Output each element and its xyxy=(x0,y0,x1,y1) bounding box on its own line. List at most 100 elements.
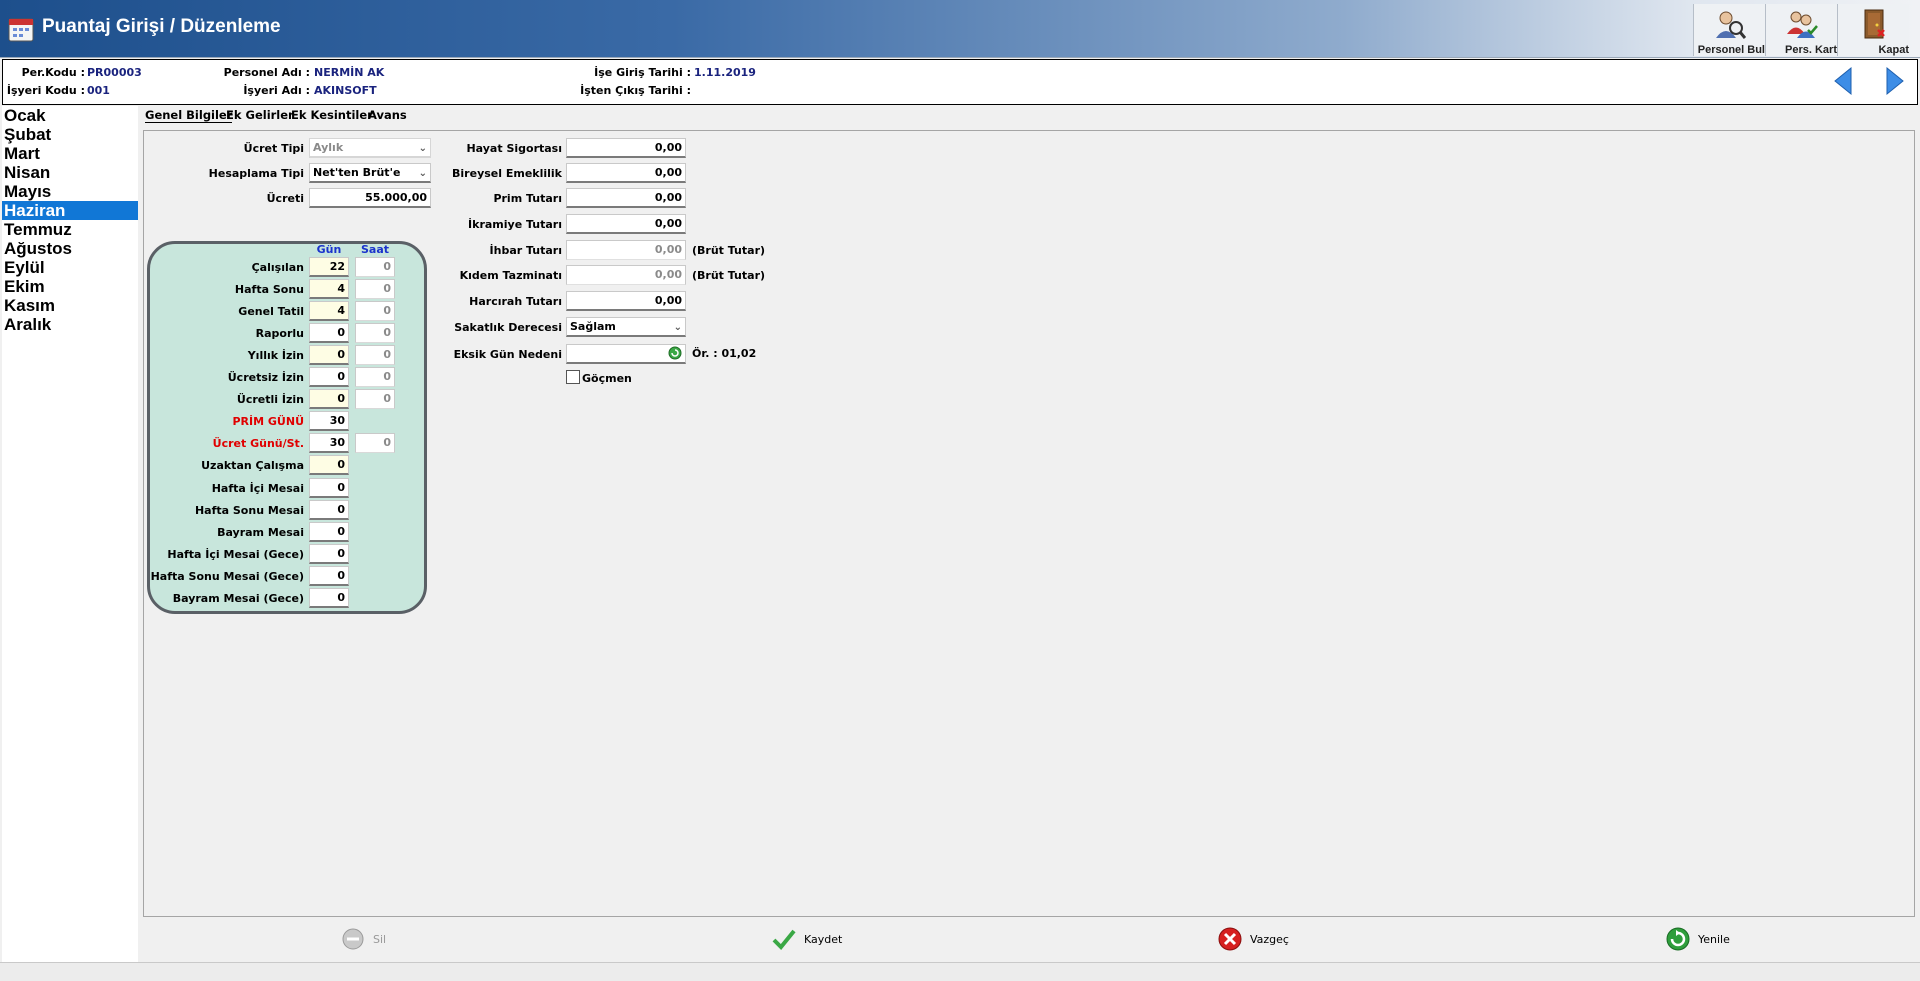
eksik-gun-label: Eksik Gün Nedeni xyxy=(453,348,562,361)
delete-icon xyxy=(342,928,364,950)
day-row-label: Bayram Mesai xyxy=(217,526,304,539)
isten-cikis-label: İşten Çıkış Tarihi : xyxy=(580,84,691,97)
title-bar: Puantaj Girişi / Düzenleme Personel Bul … xyxy=(0,0,1920,58)
personel-bul-label: Personel Bul xyxy=(1697,44,1765,56)
refresh-icon xyxy=(1666,927,1690,951)
day-row-label: Hafta İçi Mesai xyxy=(211,482,304,495)
per-kodu-value: PR00003 xyxy=(87,66,142,79)
ise-giris-value: 1.11.2019 xyxy=(694,66,756,79)
day-row-label: Hafta Sonu Mesai (Gece) xyxy=(150,570,304,583)
day-row-label: Çalışılan xyxy=(251,261,304,274)
gun-input[interactable]: 0 xyxy=(309,367,349,387)
kapat-button[interactable]: Kapat xyxy=(1837,4,1909,56)
bireysel-emeklilik-input[interactable]: 0,00 xyxy=(566,163,686,183)
employee-info-panel: Per.Kodu : PR00003 Personel Adı : NERMİN… xyxy=(2,59,1918,105)
month-item[interactable]: Eylül xyxy=(2,258,138,277)
gocmen-label: Göçmen xyxy=(582,372,632,385)
saat-input[interactable]: 0 xyxy=(355,345,395,365)
gun-input[interactable]: 0 xyxy=(309,455,349,475)
gocmen-checkbox[interactable] xyxy=(566,370,580,384)
person-card-icon xyxy=(1786,11,1818,38)
saat-input[interactable]: 0 xyxy=(355,367,395,387)
ucreti-label: Ücreti xyxy=(266,192,304,205)
saat-input[interactable]: 0 xyxy=(355,323,395,343)
gun-input[interactable]: 4 xyxy=(309,301,349,321)
tab-genel-bilgiler[interactable]: Genel Bilgiler xyxy=(145,108,233,123)
isyeri-adi-label: İşyeri Adı : xyxy=(243,84,310,97)
door-exit-icon xyxy=(1864,9,1885,39)
next-arrow-icon[interactable] xyxy=(1883,66,1907,96)
month-item[interactable]: Şubat xyxy=(2,125,138,144)
isyeri-kodu-value: 001 xyxy=(87,84,110,97)
month-item[interactable]: Kasım xyxy=(2,296,138,315)
month-item[interactable]: Ekim xyxy=(2,277,138,296)
day-row-label: Ücretli İzin xyxy=(236,393,304,406)
pers-kart-button[interactable]: Pers. Kart xyxy=(1765,4,1837,56)
month-item[interactable]: Nisan xyxy=(2,163,138,182)
yenile-label: Yenile xyxy=(1698,933,1730,946)
sakatlik-value: Sağlam xyxy=(570,320,616,333)
tab-ek-gelirler[interactable]: Ek Gelirler xyxy=(226,108,294,122)
chevron-down-icon: ⌄ xyxy=(673,322,682,333)
hesaplama-tipi-select[interactable]: Net'ten Brüt'e ⌄ xyxy=(309,163,431,183)
month-item[interactable]: Mart xyxy=(2,144,138,163)
chevron-down-icon: ⌄ xyxy=(418,143,427,154)
month-item[interactable]: Ocak xyxy=(2,106,138,125)
status-bar xyxy=(0,962,1920,981)
gun-input[interactable]: 30 xyxy=(309,411,349,431)
gun-input[interactable]: 0 xyxy=(309,544,349,564)
day-row-label: Ücretsiz İzin xyxy=(227,371,304,384)
refresh-small-icon[interactable] xyxy=(668,346,682,360)
personel-bul-button[interactable]: Personel Bul xyxy=(1693,4,1765,56)
harcirah-label: Harcırah Tutarı xyxy=(469,295,562,308)
tab-ek-kesintiler[interactable]: Ek Kesintiler xyxy=(291,108,373,122)
isyeri-adi-value: AKINSOFT xyxy=(314,84,377,97)
day-row-label: Genel Tatil xyxy=(238,305,304,318)
ucreti-input[interactable]: 55.000,00 xyxy=(309,188,431,208)
saat-input[interactable]: 0 xyxy=(355,301,395,321)
month-item[interactable]: Ağustos xyxy=(2,239,138,258)
eksik-gun-input[interactable] xyxy=(566,344,686,364)
sakatlik-select[interactable]: Sağlam ⌄ xyxy=(566,317,686,337)
harcirah-input[interactable]: 0,00 xyxy=(566,291,686,311)
month-item[interactable]: Haziran xyxy=(2,201,138,220)
day-row-label: Yıllık İzin xyxy=(247,349,304,362)
gun-input[interactable]: 0 xyxy=(309,588,349,608)
month-item[interactable]: Temmuz xyxy=(2,220,138,239)
ikramiye-input[interactable]: 0,00 xyxy=(566,214,686,234)
gun-input[interactable]: 22 xyxy=(309,257,349,277)
ikramiye-label: İkramiye Tutarı xyxy=(468,218,562,231)
checkmark-icon xyxy=(772,929,796,950)
gun-input[interactable]: 0 xyxy=(309,500,349,520)
month-item[interactable]: Mayıs xyxy=(2,182,138,201)
ise-giris-label: İşe Giriş Tarihi : xyxy=(594,66,691,79)
gun-input[interactable]: 0 xyxy=(309,389,349,409)
saat-input[interactable]: 0 xyxy=(355,433,395,453)
gun-input[interactable]: 0 xyxy=(309,478,349,498)
gun-input[interactable]: 0 xyxy=(309,323,349,343)
gun-input[interactable]: 30 xyxy=(309,433,349,453)
month-item[interactable]: Aralık xyxy=(2,315,138,334)
per-kodu-label: Per.Kodu : xyxy=(21,66,85,79)
saat-input[interactable]: 0 xyxy=(355,257,395,277)
day-row-label: Raporlu xyxy=(255,327,304,340)
saat-input[interactable]: 0 xyxy=(355,389,395,409)
personel-adi-value: NERMİN AK xyxy=(314,66,385,79)
ucret-tipi-select[interactable]: Aylık ⌄ xyxy=(309,138,431,158)
hayat-sigortasi-input[interactable]: 0,00 xyxy=(566,138,686,158)
previous-arrow-icon[interactable] xyxy=(1831,66,1855,96)
eksik-gun-hint: Ör. : 01,02 xyxy=(692,347,757,360)
gun-input[interactable]: 0 xyxy=(309,522,349,542)
vazgec-label: Vazgeç xyxy=(1250,933,1289,946)
gun-input[interactable]: 4 xyxy=(309,279,349,299)
day-row-label: Hafta Sonu Mesai xyxy=(194,504,304,517)
day-row-label: Bayram Mesai (Gece) xyxy=(172,592,304,605)
gun-input[interactable]: 0 xyxy=(309,566,349,586)
saat-input[interactable]: 0 xyxy=(355,279,395,299)
ihbar-input: 0,00 xyxy=(566,240,686,260)
bireysel-emeklilik-label: Bireysel Emeklilik xyxy=(452,167,562,180)
prim-tutari-input[interactable]: 0,00 xyxy=(566,188,686,208)
tab-avans[interactable]: Avans xyxy=(368,108,407,122)
kidem-label: Kıdem Tazminatı xyxy=(459,269,562,282)
gun-input[interactable]: 0 xyxy=(309,345,349,365)
